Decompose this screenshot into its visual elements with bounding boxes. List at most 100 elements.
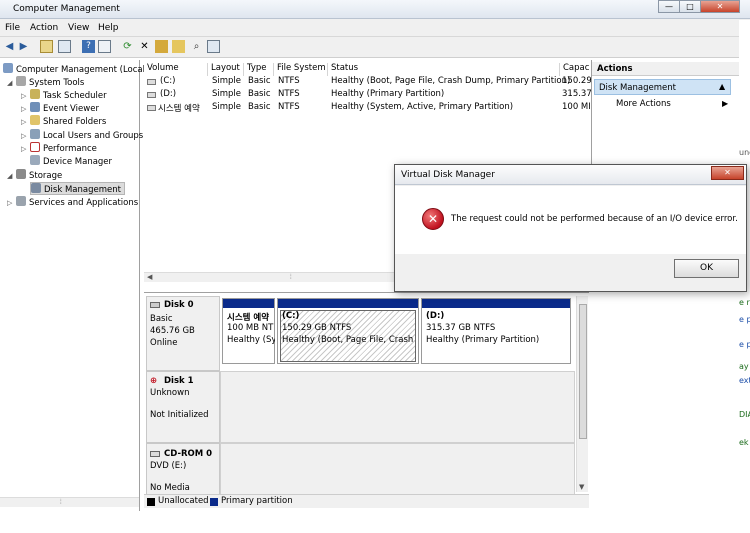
ok-button[interactable]: OK [674, 259, 739, 278]
folder-icon[interactable] [172, 40, 185, 53]
folder-icon [30, 115, 40, 125]
tree-item-local-users[interactable]: Local Users and Groups [30, 129, 143, 142]
legend: Unallocated Primary partition [144, 494, 589, 508]
expand-icon[interactable]: ▷ [21, 118, 26, 126]
scroll-grip-icon: ⦙ [290, 273, 292, 281]
settings-icon[interactable] [207, 40, 220, 53]
scroll-left-icon[interactable]: ◀ [147, 273, 152, 281]
disk1-unallocated-area[interactable] [220, 371, 575, 443]
partition-c[interactable]: (C:) 150.29 GB NTFS Healthy (Boot, Page … [277, 298, 419, 364]
scroll-thumb[interactable] [579, 304, 587, 439]
expand-icon[interactable]: ▷ [21, 132, 26, 140]
disk-warning-icon: ⊕ [150, 376, 158, 386]
tree-item-task-scheduler[interactable]: Task Scheduler [30, 89, 107, 102]
error-dialog: Virtual Disk Manager ✕ ✕ The request cou… [394, 164, 747, 292]
help-icon[interactable]: ? [82, 40, 95, 53]
column-capacity[interactable]: Capac [560, 63, 589, 76]
close-button[interactable]: ✕ [700, 0, 740, 13]
search-icon[interactable]: ⌕ [190, 40, 203, 53]
actions-header: Actions [592, 62, 750, 76]
tree-item-performance[interactable]: Performance [30, 142, 97, 155]
back-icon[interactable]: ◀ [3, 40, 16, 53]
partition-bar [278, 299, 418, 308]
services-icon [16, 196, 26, 206]
drive-icon [147, 79, 156, 85]
tree-item-event-viewer[interactable]: Event Viewer [30, 102, 99, 115]
more-actions-link[interactable]: More Actions [616, 99, 671, 109]
expand-icon[interactable]: ◢ [7, 79, 12, 87]
storage-icon [16, 169, 26, 179]
expand-icon[interactable]: ▷ [21, 92, 26, 100]
show-hide-tree-icon[interactable] [58, 40, 71, 53]
dialog-titlebar: Virtual Disk Manager ✕ [395, 165, 746, 185]
partition-system-reserved[interactable]: 시스템 예약 100 MB NT Healthy (Sy [222, 298, 275, 364]
menu-bar: File Action View Help [0, 19, 750, 37]
menu-action[interactable]: Action [30, 23, 58, 33]
dialog-close-button[interactable]: ✕ [711, 166, 744, 180]
scroll-grip-icon: ⦙ [60, 498, 62, 506]
disk1-label[interactable]: ⊕ Disk 1 Unknown Not Initialized [146, 371, 220, 443]
tree-item-device-manager[interactable]: Device Manager [30, 155, 112, 168]
menu-file[interactable]: File [5, 23, 20, 33]
navigation-tree: Computer Management (Local ◢ System Tool… [0, 60, 145, 511]
open-icon[interactable] [155, 40, 168, 53]
disk-view-scrollbar[interactable]: ▼ [576, 296, 588, 492]
legend-unallocated: Unallocated [158, 496, 209, 506]
dialog-title: Virtual Disk Manager [401, 170, 495, 180]
tree-item-system-tools[interactable]: System Tools [16, 76, 84, 89]
tree-scrollbar[interactable]: ⦙ [0, 497, 139, 507]
tree-item-disk-management[interactable]: Disk Management [30, 182, 125, 195]
table-row[interactable]: 시스템 예약 Simple Basic NTFS Healthy (System… [144, 102, 591, 115]
column-volume[interactable]: Volume [144, 63, 208, 76]
tree-root[interactable]: Computer Management (Local [3, 63, 145, 76]
expand-icon[interactable]: ▷ [7, 199, 12, 207]
disk0-label[interactable]: Disk 0 Basic 465.76 GB Online [146, 296, 220, 371]
toolbar: ◀ ▶ ? ⟳ ✕ ⌕ [0, 37, 750, 58]
table-row[interactable]: (C:) Simple Basic NTFS Healthy (Boot, Pa… [144, 76, 592, 89]
users-icon [30, 129, 40, 139]
expand-icon[interactable]: ◢ [7, 172, 12, 180]
legend-primary: Primary partition [221, 496, 293, 506]
forward-icon[interactable]: ▶ [17, 40, 30, 53]
partition-bar [422, 299, 570, 308]
disk-icon [150, 302, 160, 308]
column-type[interactable]: Type [244, 63, 274, 76]
up-folder-icon[interactable] [40, 40, 53, 53]
error-message: The request could not be performed becau… [451, 214, 738, 224]
primary-swatch [210, 498, 218, 506]
table-row[interactable]: (D:) Simple Basic NTFS Healthy (Primary … [144, 89, 592, 102]
cdrom-icon [150, 451, 160, 457]
expand-icon[interactable]: ▷ [21, 105, 26, 113]
tree-item-services[interactable]: Services and Applications [16, 196, 138, 209]
maximize-button[interactable]: □ [679, 0, 701, 13]
computer-icon [3, 63, 13, 73]
tree-item-storage[interactable]: Storage [16, 169, 62, 182]
delete-icon[interactable]: ✕ [138, 40, 151, 53]
actions-section-disk-management[interactable]: Disk Management [594, 79, 731, 95]
device-manager-icon [30, 155, 40, 165]
menu-help[interactable]: Help [98, 23, 119, 33]
column-file-system[interactable]: File System [274, 63, 328, 76]
clock-icon [30, 89, 40, 99]
unallocated-swatch [147, 498, 155, 506]
menu-view[interactable]: View [68, 23, 89, 33]
cdrom-media-area [220, 443, 575, 495]
scroll-down-icon[interactable]: ▼ [579, 483, 584, 491]
event-viewer-icon [30, 102, 40, 112]
refresh-icon[interactable]: ⟳ [121, 40, 134, 53]
cdrom-label[interactable]: CD-ROM 0 DVD (E:) No Media [146, 443, 220, 495]
tree-item-shared-folders[interactable]: Shared Folders [30, 115, 106, 128]
error-icon: ✕ [422, 208, 444, 230]
partition-bar [223, 299, 274, 308]
window-titlebar: Computer Management — □ ✕ [0, 0, 750, 19]
minimize-button[interactable]: — [658, 0, 680, 13]
window-title: Computer Management [13, 4, 120, 14]
partition-d[interactable]: (D:) 315.37 GB NTFS Healthy (Primary Par… [421, 298, 571, 364]
column-status[interactable]: Status [328, 63, 560, 76]
collapse-icon[interactable]: ▲ [719, 82, 725, 91]
disk-icon [31, 183, 41, 193]
column-layout[interactable]: Layout [208, 63, 244, 76]
expand-icon[interactable]: ▷ [21, 145, 26, 153]
properties-icon[interactable] [98, 40, 111, 53]
tools-icon [16, 76, 26, 86]
